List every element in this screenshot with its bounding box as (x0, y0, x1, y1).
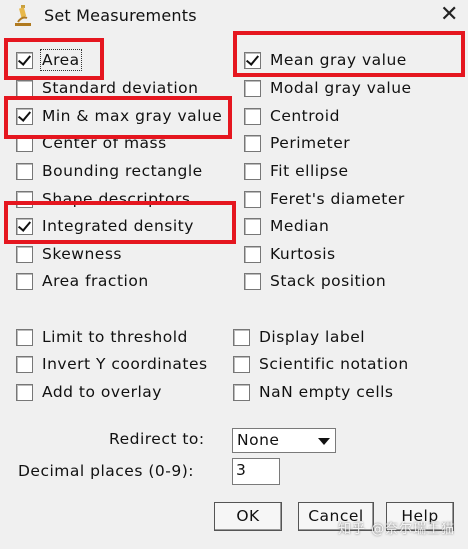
checkbox-label: Bounding rectangle (42, 162, 203, 180)
checkbox-box[interactable] (244, 272, 261, 290)
checkbox-label: Shape descriptors (42, 190, 191, 208)
checkbox-box[interactable] (233, 328, 250, 346)
checkbox-label: Area fraction (42, 272, 149, 290)
checkbox-centroid[interactable]: Centroid (244, 104, 340, 128)
redirect-label: Redirect to: (109, 430, 205, 448)
checkbox-label: Stack position (270, 272, 387, 290)
checkbox-fit-ellipse[interactable]: Fit ellipse (244, 159, 349, 183)
redirect-select[interactable]: None (232, 428, 336, 453)
checkbox-ferets-diameter[interactable]: Feret's diameter (244, 187, 405, 211)
checkbox-label: Kurtosis (270, 245, 336, 263)
checkbox-label: Scientific notation (259, 355, 409, 373)
close-icon[interactable]: ✕ (440, 1, 458, 29)
checkbox-box[interactable] (16, 355, 33, 373)
checkbox-box[interactable] (16, 190, 33, 208)
checkbox-invert-y-coordinates[interactable]: Invert Y coordinates (16, 352, 208, 376)
checkbox-stack-position[interactable]: Stack position (244, 269, 386, 293)
checkbox-label: Add to overlay (42, 383, 162, 401)
checkbox-box[interactable] (244, 217, 261, 235)
checkbox-label: NaN empty cells (259, 383, 394, 401)
checkbox-area[interactable]: Area (16, 48, 82, 72)
checkbox-box[interactable] (244, 190, 261, 208)
checkbox-kurtosis[interactable]: Kurtosis (244, 242, 336, 266)
checkbox-add-to-overlay[interactable]: Add to overlay (16, 380, 162, 404)
checkbox-standard-deviation[interactable]: Standard deviation (16, 76, 199, 100)
checkbox-label: Feret's diameter (270, 190, 405, 208)
checkbox-label: Median (270, 217, 330, 235)
checkbox-label: Standard deviation (42, 79, 199, 97)
chevron-down-icon[interactable] (314, 432, 332, 449)
checkbox-modal-gray-value[interactable]: Modal gray value (244, 76, 412, 100)
checkbox-label: Limit to threshold (42, 328, 188, 346)
checkbox-box[interactable] (16, 383, 33, 401)
checkbox-box[interactable] (244, 162, 261, 180)
checkbox-bounding-rectangle[interactable]: Bounding rectangle (16, 159, 203, 183)
checkbox-box[interactable] (16, 51, 33, 69)
checkbox-label: Perimeter (270, 134, 351, 152)
title-bar: Set Measurements ✕ (0, 0, 468, 32)
checkbox-label: Invert Y coordinates (42, 355, 208, 373)
checkbox-label: Centroid (270, 107, 340, 125)
checkbox-limit-to-threshold[interactable]: Limit to threshold (16, 325, 188, 349)
checkbox-label: Mean gray value (270, 51, 407, 69)
checkbox-scientific-notation[interactable]: Scientific notation (233, 352, 409, 376)
checkbox-box[interactable] (244, 51, 261, 69)
checkbox-integrated-density[interactable]: Integrated density (16, 214, 194, 238)
checkbox-box[interactable] (233, 355, 250, 373)
checkbox-box[interactable] (244, 79, 261, 97)
ok-button[interactable]: OK (214, 502, 282, 531)
checkbox-box[interactable] (16, 272, 33, 290)
checkbox-mean-gray-value[interactable]: Mean gray value (244, 48, 407, 72)
checkbox-skewness[interactable]: Skewness (16, 242, 122, 266)
checkbox-box[interactable] (16, 79, 33, 97)
checkbox-box[interactable] (16, 162, 33, 180)
checkbox-area-fraction[interactable]: Area fraction (16, 269, 149, 293)
checkbox-box[interactable] (16, 245, 33, 263)
checkbox-box[interactable] (244, 107, 261, 125)
checkbox-nan-empty-cells[interactable]: NaN empty cells (233, 380, 394, 404)
checkbox-label: Modal gray value (270, 79, 412, 97)
decimal-places-field[interactable]: 3 (232, 458, 280, 485)
checkbox-label: Integrated density (42, 217, 194, 235)
window-title: Set Measurements (44, 6, 197, 25)
decimal-places-label: Decimal places (0-9): (18, 462, 194, 480)
checkbox-box[interactable] (16, 134, 33, 152)
checkbox-label: Skewness (42, 245, 122, 263)
checkbox-box[interactable] (16, 217, 33, 235)
checkbox-median[interactable]: Median (244, 214, 329, 238)
checkbox-box[interactable] (233, 383, 250, 401)
checkbox-label: Fit ellipse (270, 162, 349, 180)
checkbox-box[interactable] (16, 328, 33, 346)
checkbox-label: Center of mass (42, 134, 167, 152)
checkbox-center-of-mass[interactable]: Center of mass (16, 131, 167, 155)
checkbox-label: Display label (259, 328, 366, 346)
checkbox-box[interactable] (244, 245, 261, 263)
checkbox-box[interactable] (16, 107, 33, 125)
checkbox-label: Min & max gray value (42, 107, 223, 125)
checkbox-box[interactable] (244, 134, 261, 152)
checkbox-display-label[interactable]: Display label (233, 325, 365, 349)
microscope-icon (15, 5, 31, 26)
checkbox-shape-descriptors[interactable]: Shape descriptors (16, 187, 190, 211)
watermark: 知乎 @奈尔瑞王猫 (338, 522, 456, 537)
checkbox-min-max-gray-value[interactable]: Min & max gray value (16, 104, 222, 128)
redirect-value: None (237, 431, 280, 449)
checkbox-perimeter[interactable]: Perimeter (244, 131, 350, 155)
checkbox-label: Area (40, 49, 82, 71)
